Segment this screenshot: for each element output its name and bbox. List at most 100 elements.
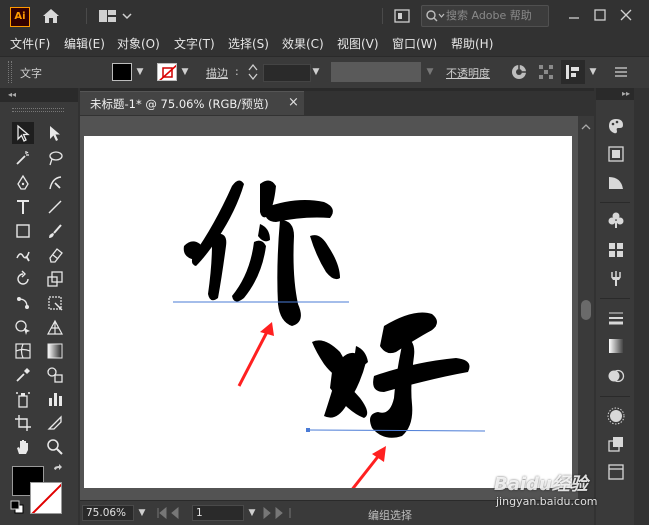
stroke-weight-input[interactable] bbox=[263, 64, 311, 82]
direct-selection-tool-icon[interactable] bbox=[44, 122, 66, 144]
puppet-warp-tool-icon[interactable] bbox=[12, 292, 34, 314]
calligraphy-artwork[interactable] bbox=[84, 136, 572, 488]
curvature-tool-icon[interactable] bbox=[44, 172, 66, 194]
brushes-panel-icon[interactable] bbox=[604, 266, 628, 290]
symbols-panel-icon[interactable] bbox=[604, 208, 628, 232]
swatches-panel-icon[interactable] bbox=[604, 238, 628, 262]
slice-tool-icon[interactable] bbox=[44, 412, 66, 434]
stroke-color-swatch[interactable] bbox=[157, 63, 177, 81]
right-panel-divider-2 bbox=[600, 298, 630, 299]
paintbrush-tool-icon[interactable] bbox=[44, 220, 66, 242]
arrange-documents-icon[interactable] bbox=[394, 9, 410, 23]
menu-help[interactable]: 帮助(H) bbox=[451, 35, 493, 52]
minimize-button[interactable] bbox=[565, 6, 583, 24]
right-dock-collapse-icon[interactable]: ▸▸ bbox=[596, 88, 634, 100]
symbol-sprayer-tool-icon[interactable] bbox=[12, 388, 34, 410]
character-hao bbox=[312, 312, 470, 438]
scroll-thumb[interactable] bbox=[581, 300, 591, 320]
opacity-label[interactable]: 不透明度 bbox=[446, 65, 490, 81]
blend-tool-icon[interactable] bbox=[44, 364, 66, 386]
free-transform-tool-icon[interactable] bbox=[44, 292, 66, 314]
menu-edit[interactable]: 编辑(E) bbox=[64, 35, 105, 52]
appearance-panel-icon[interactable] bbox=[604, 364, 628, 388]
swap-fill-stroke-icon[interactable] bbox=[52, 464, 64, 476]
type-tool-icon[interactable] bbox=[12, 196, 34, 218]
watermark-brand: Baidu经验 bbox=[494, 474, 588, 495]
shape-builder-tool-icon[interactable] bbox=[12, 316, 34, 338]
close-window-button[interactable] bbox=[617, 6, 635, 24]
maximize-button[interactable] bbox=[591, 6, 609, 24]
column-graph-tool-icon[interactable] bbox=[44, 388, 66, 410]
zoom-level-input[interactable]: 75.06% bbox=[82, 505, 134, 521]
magic-wand-tool-icon[interactable] bbox=[12, 147, 34, 169]
artboard-number-input[interactable]: 1 bbox=[192, 505, 244, 521]
control-bar-grip[interactable] bbox=[8, 61, 12, 83]
variable-width-profile[interactable] bbox=[331, 62, 421, 82]
scroll-up-icon[interactable] bbox=[581, 121, 591, 131]
eraser-tool-icon[interactable] bbox=[44, 244, 66, 266]
stroke-label[interactable]: 描边 bbox=[206, 65, 228, 81]
rotate-tool-icon[interactable] bbox=[12, 268, 34, 290]
eyedropper-tool-icon[interactable] bbox=[12, 364, 34, 386]
document-tab-title: 未标题-1* @ 75.06% (RGB/预览) bbox=[90, 97, 269, 111]
color-panel-icon[interactable] bbox=[604, 114, 628, 138]
fill-dropdown-icon[interactable]: ▼ bbox=[134, 63, 146, 81]
menu-type[interactable]: 文字(T) bbox=[174, 35, 215, 52]
character-ni bbox=[183, 180, 340, 326]
tools-collapse-strip[interactable]: ◂◂ bbox=[0, 88, 78, 102]
selection-tool-icon[interactable] bbox=[12, 122, 34, 144]
perspective-grid-tool-icon[interactable] bbox=[44, 316, 66, 338]
align-grid-icon[interactable] bbox=[538, 64, 554, 80]
menu-window[interactable]: 窗口(W) bbox=[392, 35, 437, 52]
rectangle-tool-icon[interactable] bbox=[12, 220, 34, 242]
line-segment-tool-icon[interactable] bbox=[44, 196, 66, 218]
pen-tool-icon[interactable] bbox=[12, 172, 34, 194]
scale-tool-icon[interactable] bbox=[44, 268, 66, 290]
stroke-dropdown-icon[interactable]: ▼ bbox=[179, 63, 191, 81]
align-dropdown-icon[interactable]: ▼ bbox=[587, 63, 599, 81]
profile-dropdown-icon[interactable]: ▼ bbox=[424, 63, 436, 81]
next-last-artboard-icon[interactable] bbox=[260, 506, 294, 520]
gradient-panel-icon[interactable] bbox=[604, 170, 628, 194]
menu-view[interactable]: 视图(V) bbox=[337, 35, 379, 52]
tools-grip[interactable] bbox=[12, 108, 64, 112]
menu-object[interactable]: 对象(O) bbox=[117, 35, 160, 52]
first-prev-artboard-icon[interactable] bbox=[156, 506, 188, 520]
recolor-artwork-icon[interactable] bbox=[510, 63, 528, 81]
artboard-tool-icon[interactable] bbox=[12, 412, 34, 434]
document-tab[interactable]: 未标题-1* @ 75.06% (RGB/预览) × bbox=[80, 91, 304, 115]
red-arrow-top bbox=[237, 322, 274, 387]
artboard-dropdown-icon[interactable]: ▼ bbox=[246, 504, 258, 522]
menu-file[interactable]: 文件(F) bbox=[10, 35, 50, 52]
red-arrow-bottom bbox=[351, 446, 386, 488]
right-panel-divider-1 bbox=[600, 202, 630, 203]
mesh-tool-icon[interactable] bbox=[12, 340, 34, 362]
align-to-selection-icon[interactable] bbox=[561, 60, 585, 84]
right-edge bbox=[634, 88, 649, 525]
fill-color-swatch[interactable] bbox=[112, 63, 132, 81]
default-fill-stroke-icon[interactable] bbox=[10, 500, 24, 514]
hand-tool-icon[interactable] bbox=[12, 436, 34, 458]
stroke-stepper-icon[interactable] bbox=[247, 62, 259, 82]
artboards-panel-icon[interactable] bbox=[604, 460, 628, 484]
menu-effect[interactable]: 效果(C) bbox=[282, 35, 324, 52]
workspace-switcher-icon[interactable] bbox=[98, 8, 132, 24]
transparency-panel-icon[interactable] bbox=[604, 334, 628, 358]
stroke-proxy-swatch[interactable] bbox=[30, 482, 62, 514]
zoom-tool-icon[interactable] bbox=[44, 436, 66, 458]
home-icon[interactable] bbox=[40, 6, 62, 26]
shaper-tool-icon[interactable] bbox=[12, 244, 34, 266]
graphic-styles-panel-icon[interactable] bbox=[604, 404, 628, 428]
panel-menu-icon[interactable] bbox=[613, 64, 629, 80]
layers-panel-icon[interactable] bbox=[604, 432, 628, 456]
color-guide-icon[interactable] bbox=[604, 142, 628, 166]
control-type-label: 文字 bbox=[20, 67, 42, 80]
lasso-tool-icon[interactable] bbox=[44, 147, 66, 169]
gradient-tool-icon[interactable] bbox=[44, 340, 66, 362]
stroke-panel-icon[interactable] bbox=[604, 306, 628, 330]
zoom-dropdown-icon[interactable]: ▼ bbox=[136, 504, 148, 522]
close-document-icon[interactable]: × bbox=[288, 95, 299, 110]
menu-select[interactable]: 选择(S) bbox=[228, 35, 269, 52]
stroke-weight-dropdown-icon[interactable]: ▼ bbox=[310, 63, 322, 81]
guide-line-bottom bbox=[307, 429, 486, 432]
